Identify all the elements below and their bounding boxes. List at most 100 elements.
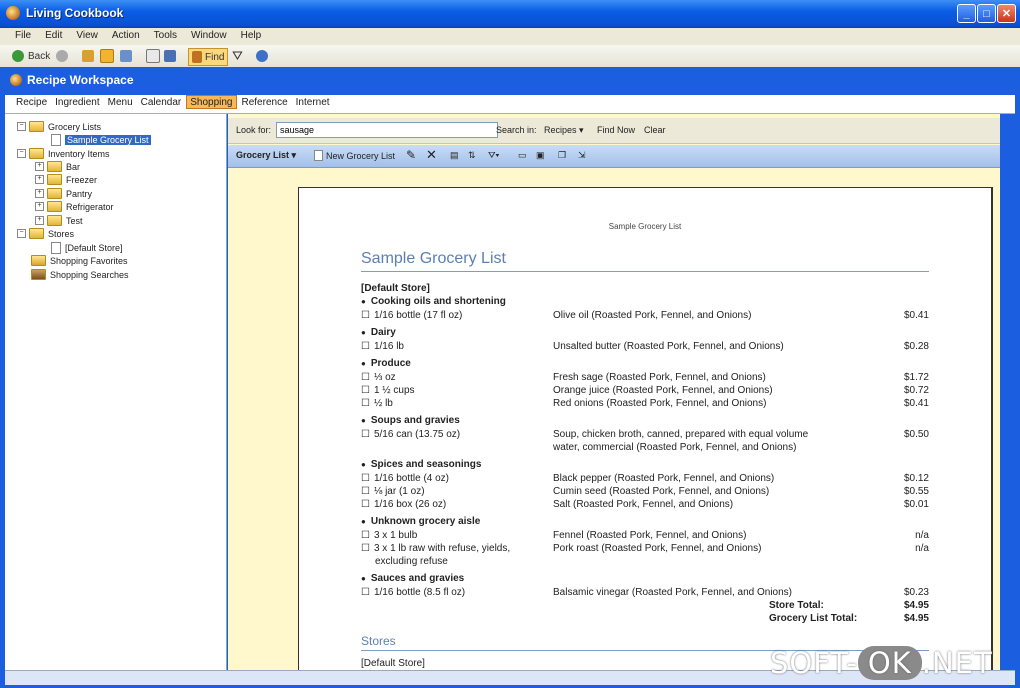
tree-item-grocery-lists[interactable]: − Grocery Lists [17, 120, 101, 133]
grocery-item-checkbox[interactable]: 1/16 box (26 oz) [361, 499, 446, 510]
sort-button[interactable] [164, 48, 176, 64]
tab-internet[interactable]: Internet [293, 95, 333, 108]
open-icon[interactable]: ✎ [406, 148, 416, 162]
tree-item-sample-grocery-list[interactable]: Sample Grocery List [51, 133, 151, 146]
menu-view[interactable]: View [69, 28, 105, 41]
aisle-heading: Dairy [361, 327, 396, 338]
grocery-item-checkbox[interactable]: ⅓ oz [361, 372, 396, 383]
grocery-item-quantity-cont: excluding refuse [375, 556, 448, 567]
search-input[interactable] [276, 122, 498, 138]
store-total-label: Store Total: [769, 600, 824, 611]
print-button[interactable] [146, 48, 160, 64]
print-list-icon[interactable]: ▤ [450, 150, 459, 161]
tree-item-shopping-searches[interactable]: Shopping Searches [31, 268, 129, 281]
copy-icon[interactable]: ❐ [558, 150, 566, 161]
search-bar: Look for: Search in: Recipes ▾ Find Now … [228, 118, 1000, 144]
tree-item-bar[interactable]: + Bar [35, 160, 80, 173]
grocery-item-description: Red onions (Roasted Pork, Fennel, and On… [553, 398, 767, 409]
sort-list-icon[interactable]: ⇅ [468, 150, 476, 161]
help-button[interactable] [256, 48, 268, 64]
grocery-item-checkbox[interactable]: ⅛ jar (1 oz) [361, 486, 425, 497]
delete-icon[interactable]: ✕ [426, 147, 437, 163]
filter-list-icon[interactable]: ⛛▾ [488, 150, 499, 161]
grocery-item-checkbox[interactable]: 1/16 lb [361, 341, 404, 352]
stores-first-item: [Default Store] [361, 658, 425, 669]
find-button[interactable]: Find [188, 48, 229, 66]
menu-edit[interactable]: Edit [38, 28, 69, 41]
tab-recipe[interactable]: Recipe [13, 95, 50, 108]
find-now-button[interactable]: Find Now [597, 125, 635, 135]
title-bar: Living Cookbook _ □ ✕ [0, 0, 1020, 28]
collapse-icon[interactable]: − [17, 149, 26, 158]
folder-icon [29, 228, 44, 239]
minimize-button[interactable]: _ [957, 4, 976, 23]
grocery-item-checkbox[interactable]: 1 ½ cups [361, 385, 415, 396]
workspace-button[interactable] [100, 48, 114, 64]
tab-reference[interactable]: Reference [239, 95, 291, 108]
grocery-list-menu[interactable]: Grocery List ▾ [236, 150, 296, 161]
stores-heading: Stores [361, 634, 396, 648]
aisle-heading: Unknown grocery aisle [361, 516, 480, 527]
home-button[interactable] [82, 48, 94, 64]
forward-button[interactable] [56, 48, 68, 64]
tree-item-default-store[interactable]: [Default Store] [51, 241, 123, 254]
tree-item-refrigerator[interactable]: + Refrigerator [35, 200, 114, 213]
tree-item-inventory-items[interactable]: − Inventory Items [17, 147, 110, 160]
clear-button[interactable]: Clear [644, 125, 666, 135]
workspace-header: Recipe Workspace [10, 73, 134, 87]
expand-icon[interactable]: + [35, 175, 44, 184]
page-setup-icon[interactable]: ▭ [518, 150, 527, 161]
expand-icon[interactable]: + [35, 162, 44, 171]
document-title: Sample Grocery List [361, 250, 506, 267]
grocery-item-checkbox[interactable]: 3 x 1 bulb [361, 530, 417, 541]
grocery-item-checkbox[interactable]: 1/16 bottle (4 oz) [361, 473, 449, 484]
tree-item-test[interactable]: + Test [35, 214, 83, 227]
grocery-item-checkbox[interactable]: 5/16 can (13.75 oz) [361, 429, 460, 440]
menu-action[interactable]: Action [105, 28, 147, 41]
new-grocery-list-button[interactable]: New Grocery List [314, 150, 395, 161]
menu-tools[interactable]: Tools [147, 28, 184, 41]
export-icon[interactable]: ⇲ [578, 150, 586, 161]
expand-icon[interactable]: + [35, 216, 44, 225]
menu-file[interactable]: File [8, 28, 38, 41]
print-preview-icon[interactable]: ▣ [536, 150, 545, 161]
grocery-item-price: n/a [915, 530, 929, 541]
search-in-dropdown[interactable]: Recipes ▾ [544, 125, 584, 136]
grocery-item-price: $0.28 [903, 341, 929, 352]
collapse-icon[interactable]: − [17, 229, 26, 238]
filter-button[interactable]: ⛛ [232, 48, 243, 64]
tab-calendar[interactable]: Calendar [138, 95, 185, 108]
grocery-item-checkbox[interactable]: 1/16 bottle (8.5 fl oz) [361, 587, 465, 598]
grocery-item-checkbox[interactable]: 3 x 1 lb raw with refuse, yields, [361, 543, 510, 554]
close-button[interactable]: ✕ [997, 4, 1016, 23]
panel-button[interactable] [120, 48, 132, 64]
maximize-button[interactable]: □ [977, 4, 996, 23]
document-header: Sample Grocery List [608, 222, 682, 231]
grocery-item-description: Cumin seed (Roasted Pork, Fennel, and On… [553, 486, 770, 497]
grocery-item-description: Fresh sage (Roasted Pork, Fennel, and On… [553, 372, 766, 383]
binoculars-icon [192, 51, 202, 63]
tab-menu[interactable]: Menu [105, 95, 136, 108]
grocery-item-price: $0.41 [903, 398, 929, 409]
expand-icon[interactable]: + [35, 189, 44, 198]
tree-item-freezer[interactable]: + Freezer [35, 173, 97, 186]
tab-shopping[interactable]: Shopping [186, 95, 237, 109]
folder-icon [47, 201, 62, 212]
back-button[interactable]: Back [12, 48, 50, 64]
menu-help[interactable]: Help [234, 28, 269, 41]
grocery-item-price: $1.72 [903, 372, 929, 383]
grocery-item-price: $0.12 [903, 473, 929, 484]
grocery-total-value: $4.95 [903, 613, 929, 624]
grocery-item-checkbox[interactable]: ½ lb [361, 398, 393, 409]
tree-item-pantry[interactable]: + Pantry [35, 187, 92, 200]
grocery-item-price: $0.55 [903, 486, 929, 497]
grocery-item-checkbox[interactable]: 1/16 bottle (17 fl oz) [361, 310, 462, 321]
watermark: SOFT- OK .NET [770, 646, 993, 680]
tree-item-stores[interactable]: − Stores [17, 227, 74, 240]
menu-window[interactable]: Window [184, 28, 234, 41]
expand-icon[interactable]: + [35, 202, 44, 211]
home-icon [82, 50, 94, 62]
tree-item-shopping-favorites[interactable]: Shopping Favorites [31, 254, 128, 267]
collapse-icon[interactable]: − [17, 122, 26, 131]
tab-ingredient[interactable]: Ingredient [52, 95, 102, 108]
